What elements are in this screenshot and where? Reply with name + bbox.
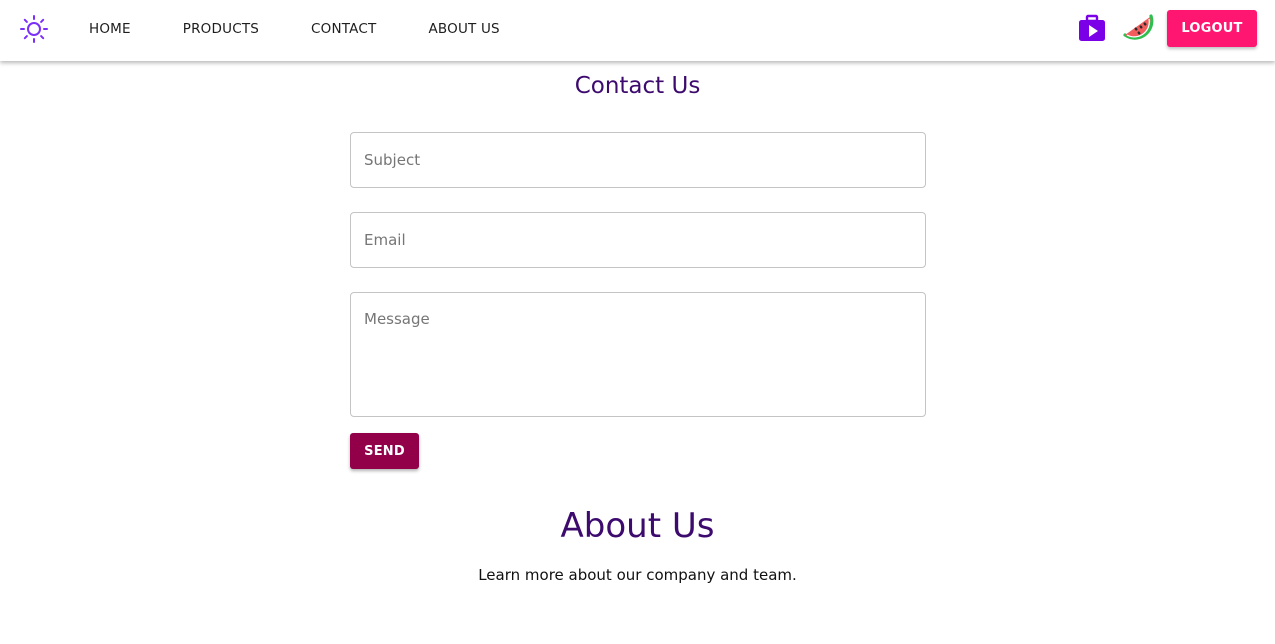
subject-field[interactable]: [350, 132, 926, 188]
about-title: About Us: [560, 506, 715, 546]
nav-contact[interactable]: CONTACT: [311, 21, 376, 37]
about-description: Learn more about our company and team.: [478, 566, 797, 584]
sun-icon[interactable]: [19, 14, 49, 44]
nav-products[interactable]: PRODUCTS: [183, 21, 259, 37]
logout-button[interactable]: LOGOUT: [1167, 10, 1257, 47]
nav-about-us[interactable]: ABOUT US: [428, 21, 499, 37]
nav-home[interactable]: HOME: [89, 21, 131, 37]
main-nav: HOME PRODUCTS CONTACT ABOUT US: [89, 0, 552, 57]
watermelon-avatar-icon[interactable]: [1119, 11, 1157, 47]
send-button[interactable]: SEND: [350, 433, 419, 469]
contact-title: Contact Us: [574, 73, 701, 99]
top-navbar: HOME PRODUCTS CONTACT ABOUT US LOGOUT: [0, 0, 1275, 61]
email-field[interactable]: [350, 212, 926, 268]
message-field[interactable]: [350, 292, 926, 417]
video-play-icon[interactable]: [1078, 14, 1106, 42]
